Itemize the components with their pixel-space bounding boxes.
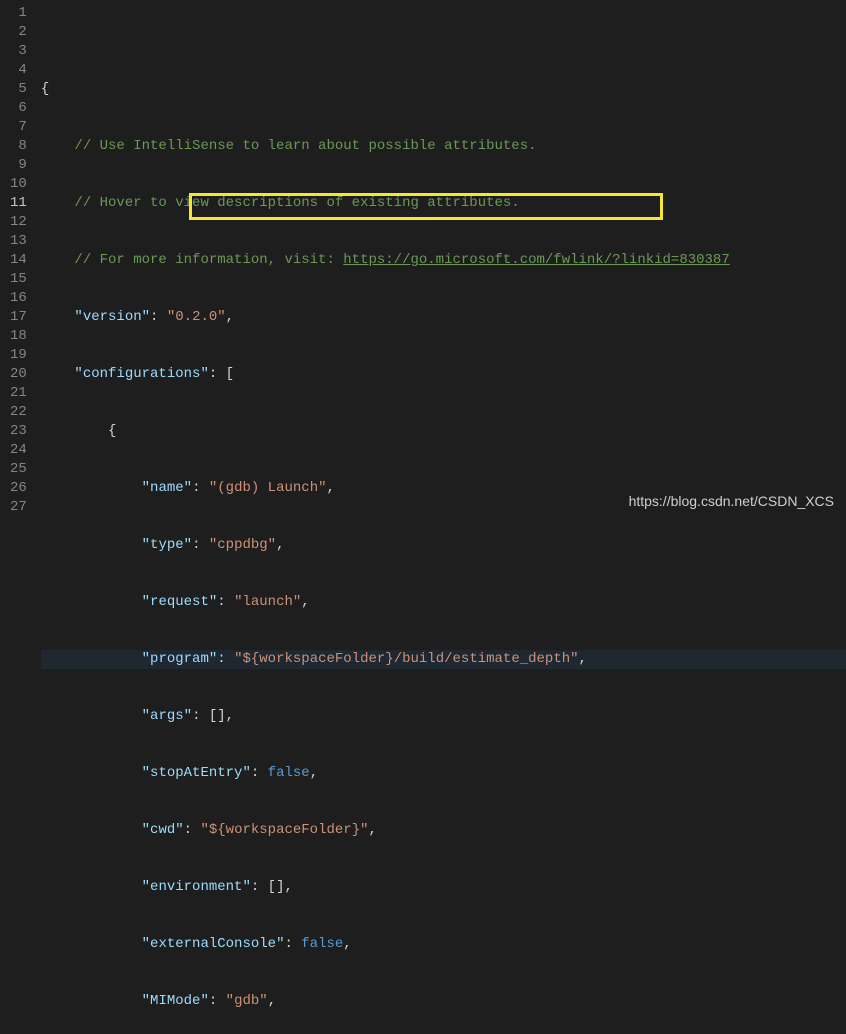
line-no: 1 [10,4,27,23]
line-no: 19 [10,346,27,365]
json-string: "launch" [234,594,301,610]
code-line[interactable]: "args": [], [41,707,846,726]
code-line[interactable]: // For more information, visit: https://… [41,251,846,270]
line-no: 4 [10,61,27,80]
line-number-gutter: 1 2 3 4 5 6 7 8 9 10 11 12 13 14 15 16 1… [0,0,41,517]
json-string: "${workspaceFolder}/build/estimate_depth… [234,651,578,667]
line-no: 10 [10,175,27,194]
json-key: "MIMode" [142,993,209,1009]
json-string: "cppdbg" [209,537,276,553]
json-key: "environment" [142,879,251,895]
comment-text: // Use IntelliSense to learn about possi… [74,138,536,154]
line-no: 12 [10,213,27,232]
json-key: "type" [142,537,192,553]
json-key: "version" [74,309,150,325]
line-no: 5 [10,80,27,99]
code-line[interactable]: "MIMode": "gdb", [41,992,846,1011]
line-no: 27 [10,498,27,517]
code-line[interactable]: { [41,80,846,99]
watermark-text: https://blog.csdn.net/CSDN_XCS [629,493,834,509]
line-no: 17 [10,308,27,327]
line-no: 24 [10,441,27,460]
json-key: "cwd" [142,822,184,838]
comment-text: // For more information, visit: [74,252,343,268]
line-no: 22 [10,403,27,422]
line-no: 6 [10,99,27,118]
comment-text: // Hover to view descriptions of existin… [74,195,519,211]
code-line[interactable]: "environment": [], [41,878,846,897]
json-bool: false [268,765,310,781]
line-no: 23 [10,422,27,441]
code-line[interactable]: "configurations": [ [41,365,846,384]
line-no: 3 [10,42,27,61]
code-line[interactable]: "request": "launch", [41,593,846,612]
json-key: "request" [142,594,218,610]
json-key: "args" [142,708,192,724]
json-string: "(gdb) Launch" [209,480,327,496]
code-line[interactable]: "type": "cppdbg", [41,536,846,555]
line-no: 8 [10,137,27,156]
comment-link[interactable]: https://go.microsoft.com/fwlink/?linkid=… [343,252,729,268]
line-no: 16 [10,289,27,308]
line-no: 9 [10,156,27,175]
json-string: "0.2.0" [167,309,226,325]
line-no: 2 [10,23,27,42]
json-string: "${workspaceFolder}" [200,822,368,838]
line-no: 11 [10,194,27,213]
code-line[interactable]: "stopAtEntry": false, [41,764,846,783]
json-key: "name" [142,480,192,496]
code-area[interactable]: { // Use IntelliSense to learn about pos… [41,0,846,517]
json-key: "program" [142,651,218,667]
line-no: 26 [10,479,27,498]
line-no: 15 [10,270,27,289]
code-line[interactable]: "version": "0.2.0", [41,308,846,327]
json-string: "gdb" [226,993,268,1009]
line-no: 14 [10,251,27,270]
line-no: 7 [10,118,27,137]
code-line-active[interactable]: "program": "${workspaceFolder}/build/est… [41,650,846,669]
json-key: "configurations" [74,366,208,382]
line-no: 25 [10,460,27,479]
json-bool: false [301,936,343,952]
code-line[interactable]: // Hover to view descriptions of existin… [41,194,846,213]
line-no: 20 [10,365,27,384]
line-no: 18 [10,327,27,346]
line-no: 21 [10,384,27,403]
code-line[interactable]: { [41,422,846,441]
code-editor[interactable]: 1 2 3 4 5 6 7 8 9 10 11 12 13 14 15 16 1… [0,0,846,517]
json-key: "externalConsole" [142,936,285,952]
json-key: "stopAtEntry" [142,765,251,781]
line-no: 13 [10,232,27,251]
code-line[interactable]: "externalConsole": false, [41,935,846,954]
code-line[interactable]: // Use IntelliSense to learn about possi… [41,137,846,156]
code-line[interactable]: "cwd": "${workspaceFolder}", [41,821,846,840]
